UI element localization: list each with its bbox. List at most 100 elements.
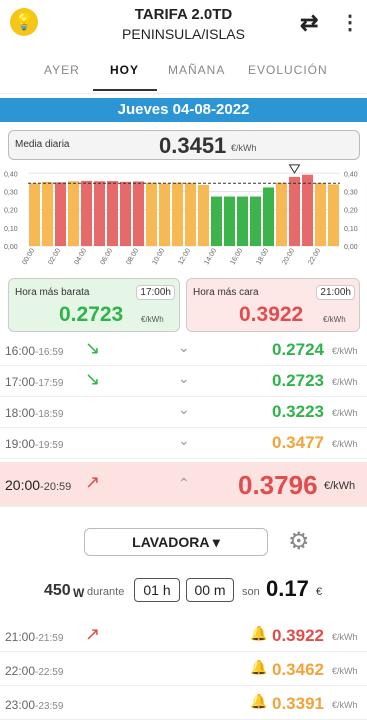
bar-01:00 [42,182,53,246]
bell-icon[interactable]: 🔔 [250,659,267,676]
bar-18:00 [263,187,274,246]
hour-row-16[interactable]: 16:00-16:59 ↘ ⌄ 0.2724 €/kWh [0,334,367,366]
bar-02:00 [55,182,66,246]
most-expensive-hour-box: Hora más cara 21:00h 0.3922 €/kWh [186,278,360,332]
hours-input[interactable]: 01 h [134,578,180,602]
during-label: durante [87,586,125,598]
hour-row-22[interactable]: 22:00-22:59 🔔 0.3462 €/kWh [0,654,367,686]
hour-row-18[interactable]: 18:00-18:59 ⌄ 0.3223 €/kWh [0,396,367,428]
hour-row-unit: €/kWh [332,666,358,676]
x-tick-label: 02:00 [47,247,62,266]
dropdown-arrow-icon: ▾ [212,534,220,550]
trend-down-icon: ↘ [85,369,101,389]
hour-row-price: 0.3223 [272,402,324,421]
hour-row-price: 0.3391 [272,694,324,713]
hour-row-unit: €/kWh [324,480,356,492]
more-vert-icon[interactable]: ⋮ [340,10,360,35]
gear-icon[interactable]: ⚙ [288,527,310,556]
daily-average-unit: €/kWh [231,143,257,153]
appliance-power: 450 [44,582,71,599]
appliance-power-unit: W [73,586,85,600]
bar-23:00 [328,184,339,246]
hour-row-unit: €/kWh [332,377,358,387]
bar-13:00 [198,184,209,246]
hour-row-price: 0.3796 [238,470,318,500]
hour-row-unit: €/kWh [332,346,358,356]
minutes-input[interactable]: 00 m [186,578,234,602]
y-tick-label-right: 0,20 [344,208,358,215]
y-tick-label-left: 0,10 [4,226,18,233]
bar-21:00 [302,174,313,246]
tab-hoy[interactable]: HOY [110,63,139,77]
bell-icon[interactable]: 🔔 [250,625,267,642]
app-bar: 💡 TARIFA 2.0TD PENINSULA/ISLAS ⇄ ⋮ [0,0,367,50]
bar-08:00 [133,181,144,246]
current-hour-marker [288,164,301,174]
y-tick-label-right: 0,10 [344,226,358,233]
bar-20:00 [289,176,300,246]
most-expensive-hour-label: Hora más cara [193,287,259,298]
hour-row-price: 0.2724 [272,340,324,359]
hour-row-price: 0.3462 [272,660,324,679]
hour-row-time: 20:00-20:59 [5,477,72,493]
appliance-cost-calculator: 450 W durante 01 h 00 m son 0.17 € [0,576,367,604]
y-tick-label-left: 0,20 [4,208,18,215]
trend-down-icon: ↘ [85,338,101,358]
x-tick-label: 20:00 [281,247,296,266]
x-tick-label: 06:00 [99,247,114,266]
hour-row-20-selected[interactable]: 20:00-20:59 ↗ ⌃ 0.3796 €/kWh [0,462,367,507]
chevron-down-icon[interactable]: ⌄ [178,370,190,387]
hour-row-23[interactable]: 23:00-23:59 🔔 0.3391 €/kWh [0,688,367,720]
bar-17:00 [250,196,261,246]
chevron-down-icon[interactable]: ⌄ [178,339,190,356]
hour-row-time: 17:00-17:59 [5,375,64,389]
bar-12:00 [185,182,196,246]
tab-evolucion[interactable]: EVOLUCIÓN [248,63,328,77]
hour-row-unit: €/kWh [332,439,358,449]
hour-row-price: 0.3477 [272,433,324,452]
bar-07:00 [120,181,131,246]
bar-22:00 [315,183,326,246]
appliance-cost: 0.17 [266,576,309,601]
tab-ayer[interactable]: AYER [44,63,80,77]
hour-row-unit: €/kWh [332,408,358,418]
y-tick-label-left: 0,00 [4,244,18,251]
hour-row-21[interactable]: 21:00-21:59 ↗ 🔔 0.3922 €/kWh [0,620,367,652]
x-tick-label: 12:00 [177,247,192,266]
chevron-up-icon[interactable]: ⌃ [178,475,190,492]
cheapest-hour-time: 17:00h [136,285,175,300]
daily-average-value: 0.3451 [159,133,227,158]
daily-average-label: Media diaria [15,139,70,150]
hour-row-price: 0.3922 [272,626,324,645]
sync-icon[interactable]: ⇄ [300,10,318,36]
hour-row-time: 16:00-16:59 [5,344,64,358]
chevron-down-icon[interactable]: ⌄ [178,432,190,449]
y-tick-label-right: 0,30 [344,189,358,196]
tab-indicator [93,89,157,91]
appliance-currency: € [316,586,323,598]
hour-row-17[interactable]: 17:00-17:59 ↘ ⌄ 0.2723 €/kWh [0,365,367,397]
bar-14:00 [211,196,222,246]
appliance-dropdown[interactable]: LAVADORA ▾ [84,528,268,556]
y-tick-label-left: 0,30 [4,189,18,196]
bell-icon[interactable]: 🔔 [250,693,267,710]
hour-row-time: 23:00-23:59 [5,698,64,712]
trend-up-icon: ↗ [85,472,101,492]
bar-05:00 [94,181,105,246]
tab-manana[interactable]: MAÑANA [168,63,225,77]
x-tick-label: 22:00 [307,247,322,266]
bar-06:00 [107,181,118,246]
cheapest-hour-price: 0.2723 [59,303,124,326]
x-tick-label: 10:00 [151,247,166,266]
tab-bar: AYER HOY MAÑANA EVOLUCIÓN [0,55,367,94]
x-tick-label: 08:00 [125,247,140,266]
hour-row-19[interactable]: 19:00-19:59 ⌄ 0.3477 €/kWh [0,427,367,459]
price-chart: 0,00 0,00 0,10 0,10 0,20 0,20 0,30 0,30 0,40 0,40… [4,164,358,266]
cheapest-hour-label: Hora más barata [15,287,90,298]
chevron-down-icon[interactable]: ⌄ [178,401,190,418]
y-tick-label-right: 0,40 [344,171,358,178]
most-expensive-hour-price: 0.3922 [239,303,304,326]
x-tick-label: 16:00 [229,247,244,266]
bar-03:00 [68,181,79,246]
bar-15:00 [224,196,235,246]
